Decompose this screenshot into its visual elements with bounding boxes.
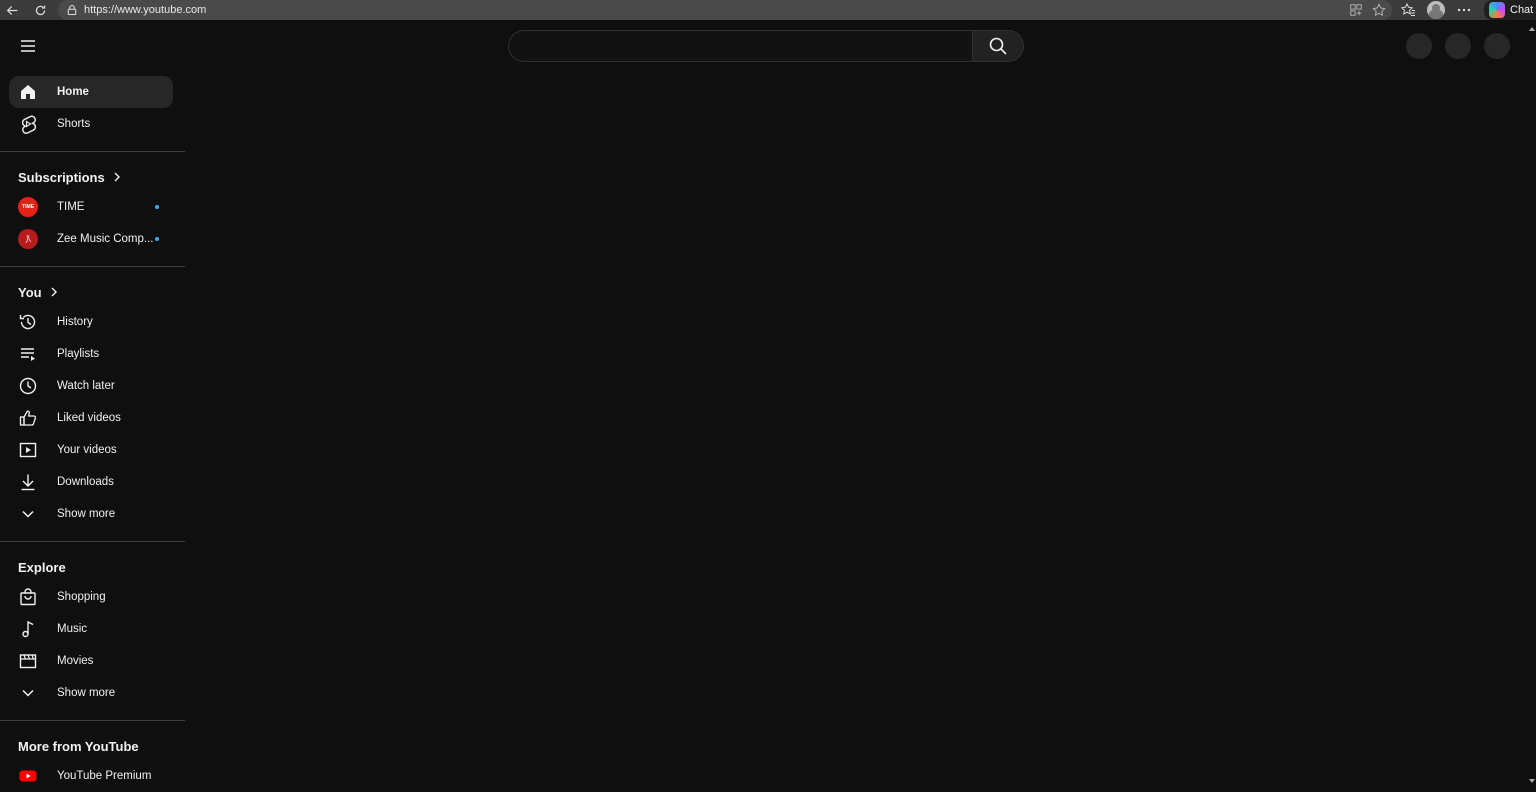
arrow-left-icon — [6, 5, 17, 15]
url-text: https://www.youtube.com — [84, 4, 207, 16]
channel-name: TIME — [57, 201, 85, 213]
section-divider — [0, 151, 185, 152]
watch-later-icon — [18, 376, 38, 396]
lock-icon — [67, 4, 77, 16]
guide-sidebar: Home Shorts Subscriptions TIME TIME Zee … — [0, 76, 185, 788]
your-videos-icon — [18, 440, 38, 460]
sidebar-item-your-videos[interactable]: Your videos — [9, 434, 173, 466]
channel-avatar: TIME — [18, 197, 38, 217]
channel-avatar-text: TIME — [22, 204, 34, 210]
sidebar-item-history[interactable]: History — [9, 306, 173, 338]
playlists-icon — [18, 344, 38, 364]
sidebar-channel-zee-music[interactable]: Zee Music Comp... — [9, 223, 173, 255]
section-title: Subscriptions — [18, 169, 105, 185]
browser-toolbar: https://www.youtube.com Chat — [0, 0, 1536, 20]
sidebar-item-label: Your videos — [57, 444, 117, 456]
notifications-button-placeholder[interactable] — [1445, 33, 1471, 59]
sidebar-item-label: Liked videos — [57, 412, 121, 424]
channel-avatar — [18, 229, 38, 249]
chevron-down-icon — [18, 683, 38, 703]
sidebar-item-label: Show more — [57, 687, 116, 699]
sidebar-item-movies[interactable]: Movies — [9, 645, 173, 677]
zee-music-logo-icon — [25, 234, 32, 244]
sidebar-item-label: History — [57, 316, 93, 328]
reload-icon — [35, 5, 45, 15]
more-options-icon[interactable] — [1456, 2, 1472, 18]
main-content-area — [185, 76, 1536, 788]
sidebar-item-label: Show more — [57, 508, 116, 520]
favorite-star-icon[interactable] — [1372, 3, 1386, 17]
explore-header: Explore — [18, 553, 185, 581]
section-title: More from YouTube — [18, 738, 139, 754]
music-note-icon — [18, 619, 38, 639]
section-divider — [0, 541, 185, 542]
clapperboard-icon — [18, 651, 38, 671]
new-content-dot — [155, 237, 159, 241]
sidebar-item-label: Watch later — [57, 380, 115, 392]
download-icon — [18, 472, 38, 492]
sidebar-item-playlists[interactable]: Playlists — [9, 338, 173, 370]
chevron-right-icon — [114, 172, 120, 182]
sidebar-item-label: Shorts — [57, 118, 91, 130]
sidebar-item-home[interactable]: Home — [9, 76, 173, 108]
more-from-youtube-header: More from YouTube — [18, 732, 185, 760]
home-icon — [18, 82, 38, 102]
chevron-down-icon — [18, 504, 38, 524]
shopping-bag-icon — [18, 587, 38, 607]
section-divider — [0, 720, 185, 721]
sidebar-item-show-more[interactable]: Show more — [9, 498, 173, 530]
account-avatar-placeholder[interactable] — [1484, 33, 1510, 59]
create-button-placeholder[interactable] — [1406, 33, 1432, 59]
sidebar-item-label: Movies — [57, 655, 94, 667]
reload-button[interactable] — [30, 0, 50, 20]
chevron-right-icon — [51, 287, 57, 297]
channel-name: Zee Music Comp... — [57, 233, 154, 245]
search-button[interactable] — [972, 30, 1024, 62]
youtube-premium-icon — [18, 766, 38, 786]
new-content-dot — [155, 205, 159, 209]
app-available-icon[interactable] — [1349, 3, 1363, 17]
sidebar-channel-time[interactable]: TIME TIME — [9, 191, 173, 223]
sidebar-item-watch-later[interactable]: Watch later — [9, 370, 173, 402]
you-header[interactable]: You — [18, 278, 185, 306]
section-title: Explore — [18, 559, 66, 575]
copilot-icon — [1489, 2, 1505, 18]
search-icon — [989, 37, 1007, 55]
search-input[interactable] — [509, 31, 972, 61]
sidebar-item-label: Music — [57, 623, 88, 635]
sidebar-item-shopping[interactable]: Shopping — [9, 581, 173, 613]
sidebar-item-label: Shopping — [57, 591, 106, 603]
copilot-chat-button[interactable]: Chat — [1484, 0, 1536, 20]
section-title: You — [18, 284, 42, 300]
favorites-icon[interactable] — [1400, 2, 1416, 18]
sidebar-item-liked-videos[interactable]: Liked videos — [9, 402, 173, 434]
sidebar-item-label: YouTube Premium — [57, 770, 152, 782]
profile-avatar[interactable] — [1427, 1, 1445, 19]
history-icon — [18, 312, 38, 332]
sidebar-item-music[interactable]: Music — [9, 613, 173, 645]
sidebar-item-label: Playlists — [57, 348, 100, 360]
subscriptions-header[interactable]: Subscriptions — [18, 163, 185, 191]
masthead — [0, 24, 1536, 68]
hamburger-icon — [21, 40, 35, 52]
sidebar-item-downloads[interactable]: Downloads — [9, 466, 173, 498]
shorts-icon — [18, 114, 38, 134]
back-button[interactable] — [2, 0, 22, 20]
chat-label: Chat — [1510, 4, 1534, 16]
sidebar-item-show-more-explore[interactable]: Show more — [9, 677, 173, 709]
address-bar[interactable]: https://www.youtube.com — [58, 0, 1392, 20]
sidebar-item-youtube-premium[interactable]: YouTube Premium — [9, 760, 173, 792]
search-box — [508, 30, 972, 62]
sidebar-item-label: Home — [57, 86, 89, 98]
sidebar-item-label: Downloads — [57, 476, 114, 488]
section-divider — [0, 266, 185, 267]
guide-menu-button[interactable] — [14, 32, 42, 60]
thumbs-up-icon — [18, 408, 38, 428]
sidebar-item-shorts[interactable]: Shorts — [9, 108, 173, 140]
